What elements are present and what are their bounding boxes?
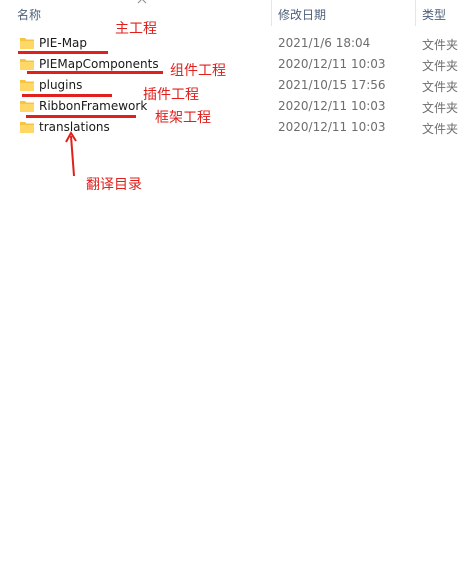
column-divider[interactable] — [271, 0, 272, 26]
annotation-underline — [26, 115, 136, 118]
annotation-main-project: 主工程 — [115, 21, 157, 37]
sort-ascending-icon — [137, 0, 147, 4]
file-name: plugins — [39, 78, 83, 92]
file-list: PIE-Map 2021/1/6 18:04 文件夹 PIEMapCompone… — [0, 33, 471, 138]
annotation-translation-dir: 翻译目录 — [86, 177, 142, 193]
file-type: 文件夹 — [422, 80, 459, 94]
file-date: 2020/12/11 10:03 — [278, 120, 386, 134]
annotation-underline — [27, 71, 163, 74]
file-type: 文件夹 — [422, 59, 459, 73]
file-type: 文件夹 — [422, 38, 459, 52]
column-header-type[interactable]: 类型 — [422, 6, 446, 23]
list-item[interactable]: plugins 2021/10/15 17:56 文件夹 — [0, 75, 471, 96]
folder-icon — [20, 122, 34, 133]
file-name: PIEMapComponents — [39, 57, 159, 71]
column-header-name[interactable]: 名称 — [17, 6, 41, 23]
annotation-framework-project: 框架工程 — [155, 110, 211, 126]
file-name: RibbonFramework — [39, 99, 148, 113]
column-divider[interactable] — [415, 0, 416, 26]
file-date: 2020/12/11 10:03 — [278, 57, 386, 71]
file-date: 2021/10/15 17:56 — [278, 78, 386, 92]
file-date: 2021/1/6 18:04 — [278, 36, 371, 50]
annotation-component-project: 组件工程 — [170, 63, 226, 79]
folder-icon — [20, 80, 34, 91]
file-type: 文件夹 — [422, 101, 459, 115]
annotation-arrow-icon — [65, 131, 77, 177]
file-name: PIE-Map — [39, 36, 88, 50]
folder-icon — [20, 101, 34, 112]
list-item[interactable]: RibbonFramework 2020/12/11 10:03 文件夹 — [0, 96, 471, 117]
folder-icon — [20, 38, 34, 49]
annotation-underline — [22, 94, 112, 97]
annotation-plugin-project: 插件工程 — [143, 87, 199, 103]
file-date: 2020/12/11 10:03 — [278, 99, 386, 113]
folder-icon — [20, 59, 34, 70]
column-header-bar: 名称 修改日期 类型 — [0, 0, 471, 26]
annotation-underline — [18, 51, 108, 54]
file-type: 文件夹 — [422, 122, 459, 136]
column-header-date[interactable]: 修改日期 — [278, 6, 326, 23]
